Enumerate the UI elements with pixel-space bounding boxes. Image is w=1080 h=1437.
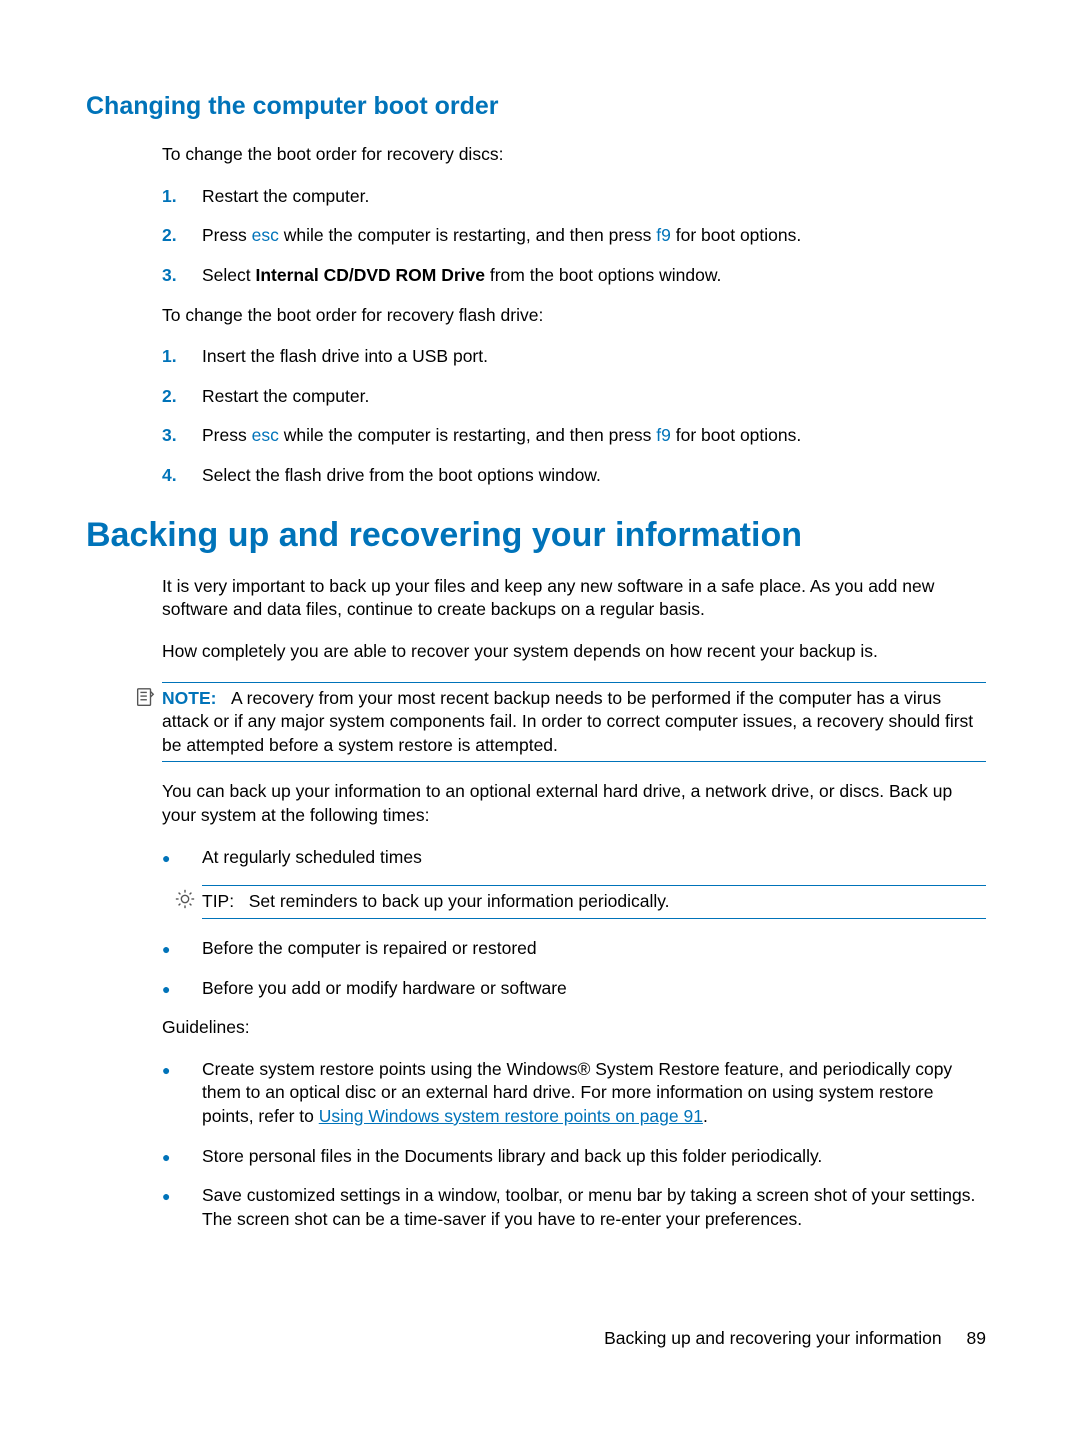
list-text: Store personal files in the Documents li… bbox=[202, 1145, 822, 1169]
note-body: A recovery from your most recent backup … bbox=[162, 688, 973, 755]
list-item: 3. Press esc while the computer is resta… bbox=[162, 424, 986, 448]
list-text: Select the flash drive from the boot opt… bbox=[202, 464, 601, 488]
list-item: ● At regularly scheduled times bbox=[162, 846, 986, 870]
list-item: ● Save customized settings in a window, … bbox=[162, 1184, 986, 1231]
list-item: ● Before the computer is repaired or res… bbox=[162, 937, 986, 961]
text-fragment: Press bbox=[202, 225, 252, 245]
list-item: 2. Press esc while the computer is resta… bbox=[162, 224, 986, 248]
link-restore-points[interactable]: Using Windows system restore points on p… bbox=[319, 1106, 703, 1126]
list-text: Save customized settings in a window, to… bbox=[202, 1184, 986, 1231]
list-text: Before the computer is repaired or resto… bbox=[202, 937, 537, 961]
bold-text: Internal CD/DVD ROM Drive bbox=[256, 265, 485, 285]
list-item: 2. Restart the computer. bbox=[162, 385, 986, 409]
bullet-list: ● Create system restore points using the… bbox=[162, 1058, 986, 1232]
list-text: Insert the flash drive into a USB port. bbox=[202, 345, 488, 369]
bullet-icon: ● bbox=[162, 1184, 202, 1231]
paragraph: How completely you are able to recover y… bbox=[162, 640, 986, 664]
list-number: 3. bbox=[162, 264, 202, 288]
text-fragment: for boot options. bbox=[671, 225, 801, 245]
text-fragment: Select bbox=[202, 265, 256, 285]
paragraph: It is very important to back up your fil… bbox=[162, 575, 986, 622]
list-text: Restart the computer. bbox=[202, 185, 369, 209]
bullet-icon: ● bbox=[162, 1145, 202, 1169]
list-item: ● Store personal files in the Documents … bbox=[162, 1145, 986, 1169]
tip-label: TIP: bbox=[202, 891, 234, 911]
list-flash: 1. Insert the flash drive into a USB por… bbox=[162, 345, 986, 488]
bullet-icon: ● bbox=[162, 977, 202, 1001]
tip-icon bbox=[174, 888, 196, 915]
heading-backup: Backing up and recovering your informati… bbox=[86, 516, 986, 555]
list-number: 3. bbox=[162, 424, 202, 448]
key-f9: f9 bbox=[656, 425, 671, 445]
key-esc: esc bbox=[252, 425, 279, 445]
bullet-icon: ● bbox=[162, 1058, 202, 1129]
list-number: 2. bbox=[162, 385, 202, 409]
bullet-icon: ● bbox=[162, 937, 202, 961]
list-number: 1. bbox=[162, 185, 202, 209]
tip-body: Set reminders to back up your informatio… bbox=[249, 891, 670, 911]
tip-callout: TIP: Set reminders to back up your infor… bbox=[202, 885, 986, 919]
list-text: Create system restore points using the W… bbox=[202, 1058, 986, 1129]
page-footer: Backing up and recovering your informati… bbox=[604, 1328, 986, 1349]
list-text: At regularly scheduled times bbox=[202, 846, 422, 870]
list-item: ● Create system restore points using the… bbox=[162, 1058, 986, 1129]
list-item: 4. Select the flash drive from the boot … bbox=[162, 464, 986, 488]
list-item: 1. Insert the flash drive into a USB por… bbox=[162, 345, 986, 369]
text-fragment: while the computer is restarting, and th… bbox=[279, 425, 656, 445]
list-text: Select Internal CD/DVD ROM Drive from th… bbox=[202, 264, 721, 288]
paragraph: Guidelines: bbox=[162, 1016, 986, 1040]
list-number: 4. bbox=[162, 464, 202, 488]
note-icon bbox=[134, 686, 156, 713]
list-number: 2. bbox=[162, 224, 202, 248]
list-text: Restart the computer. bbox=[202, 385, 369, 409]
text-fragment: . bbox=[703, 1106, 708, 1126]
list-discs: 1. Restart the computer. 2. Press esc wh… bbox=[162, 185, 986, 288]
bullet-icon: ● bbox=[162, 846, 202, 870]
text-fragment: Press bbox=[202, 425, 252, 445]
note-label: NOTE: bbox=[162, 688, 216, 708]
bullet-list: ● Before the computer is repaired or res… bbox=[162, 937, 986, 1000]
footer-text: Backing up and recovering your informati… bbox=[604, 1328, 942, 1348]
list-item: ● Before you add or modify hardware or s… bbox=[162, 977, 986, 1001]
note-callout: NOTE: A recovery from your most recent b… bbox=[162, 682, 986, 763]
paragraph: You can back up your information to an o… bbox=[162, 780, 986, 827]
page-number: 89 bbox=[967, 1328, 986, 1348]
key-esc: esc bbox=[252, 225, 279, 245]
list-item: 3. Select Internal CD/DVD ROM Drive from… bbox=[162, 264, 986, 288]
heading-boot-order: Changing the computer boot order bbox=[86, 92, 986, 121]
text-fragment: for boot options. bbox=[671, 425, 801, 445]
intro-flash: To change the boot order for recovery fl… bbox=[162, 304, 986, 328]
key-f9: f9 bbox=[656, 225, 671, 245]
text-fragment: from the boot options window. bbox=[485, 265, 721, 285]
list-text: Press esc while the computer is restarti… bbox=[202, 424, 801, 448]
list-item: 1. Restart the computer. bbox=[162, 185, 986, 209]
text-fragment: while the computer is restarting, and th… bbox=[279, 225, 656, 245]
list-text: Before you add or modify hardware or sof… bbox=[202, 977, 567, 1001]
list-number: 1. bbox=[162, 345, 202, 369]
list-text: Press esc while the computer is restarti… bbox=[202, 224, 801, 248]
intro-discs: To change the boot order for recovery di… bbox=[162, 143, 986, 167]
bullet-list: ● At regularly scheduled times bbox=[162, 846, 986, 870]
